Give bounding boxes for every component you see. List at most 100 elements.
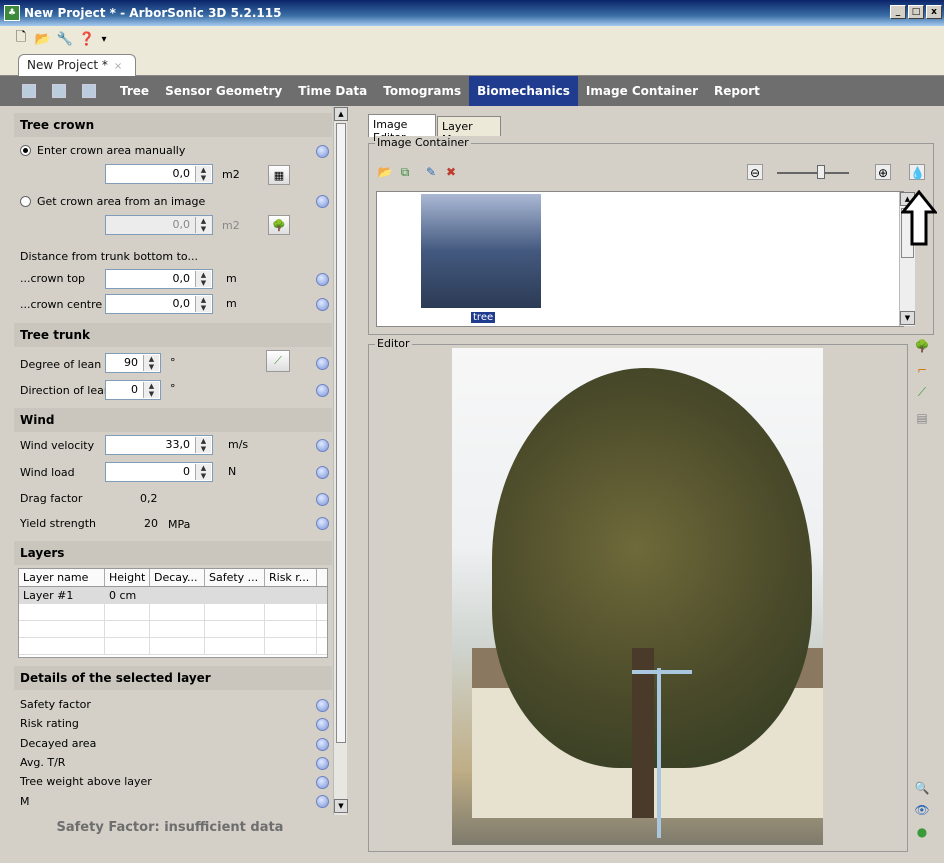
document-icon[interactable] xyxy=(82,84,96,98)
help-icon[interactable] xyxy=(316,517,329,530)
chevron-down-icon[interactable]: ▾ xyxy=(100,30,108,48)
settings-wrench-icon[interactable]: 🔧 xyxy=(56,30,74,48)
radio-unchecked-icon[interactable] xyxy=(20,196,31,207)
minimize-button[interactable]: _ xyxy=(890,5,906,19)
scroll-up-icon[interactable]: ▲ xyxy=(334,107,348,121)
eye-icon[interactable]: 👁 xyxy=(914,802,930,818)
maximize-button[interactable]: □ xyxy=(908,5,924,19)
save-icon[interactable] xyxy=(22,84,36,98)
lean-measure-button[interactable]: ⟋ xyxy=(266,350,290,372)
column-header[interactable]: Layer name xyxy=(19,569,105,586)
help-icon[interactable] xyxy=(316,357,329,370)
calculator-button[interactable]: ▦ xyxy=(268,165,290,185)
tree-icon[interactable]: 🌳 xyxy=(914,338,930,354)
zoom-slider[interactable] xyxy=(777,172,849,174)
crown-area-input[interactable]: 0,0 ▲ ▼ xyxy=(105,164,213,184)
direction-input[interactable]: 0 ▲ ▼ xyxy=(105,380,161,400)
help-icon[interactable] xyxy=(316,699,329,712)
tab-biomechanics[interactable]: Biomechanics xyxy=(469,76,578,106)
help-icon[interactable] xyxy=(316,298,329,311)
tab-image-container[interactable]: Image Container xyxy=(578,76,706,106)
close-button[interactable]: x xyxy=(926,5,942,19)
table-row[interactable]: Layer #1 0 cm xyxy=(19,587,327,604)
spinner-arrows-icon[interactable]: ▲ ▼ xyxy=(195,437,211,453)
help-icon[interactable] xyxy=(316,757,329,770)
wind-velocity-input[interactable]: 33,0 ▲ ▼ xyxy=(105,435,213,455)
tab-time-data[interactable]: Time Data xyxy=(290,76,375,106)
help-icon[interactable] xyxy=(316,738,329,751)
zoom-in-icon[interactable]: ⊕ xyxy=(875,164,891,180)
crown-top-input[interactable]: 0,0 ▲ ▼ xyxy=(105,269,213,289)
help-icon[interactable] xyxy=(316,493,329,506)
scroll-down-icon[interactable]: ▼ xyxy=(900,311,915,325)
leaf-icon[interactable]: ● xyxy=(914,824,930,840)
tab-report[interactable]: Report xyxy=(706,76,768,106)
yield-strength-unit: MPa xyxy=(168,518,191,531)
copy-icon[interactable]: ⧉ xyxy=(397,164,413,180)
image-thumbnail-list[interactable]: tree ▲ ▼ xyxy=(376,191,915,327)
spinner-arrows-icon[interactable]: ▲ ▼ xyxy=(143,382,159,398)
help-icon[interactable] xyxy=(316,718,329,731)
delete-icon[interactable]: ✖ xyxy=(443,164,459,180)
crown-from-image-button[interactable]: 🌳 xyxy=(268,215,290,235)
help-icon[interactable] xyxy=(316,384,329,397)
crown-area-image-unit: m2 xyxy=(222,219,240,232)
help-icon[interactable] xyxy=(316,195,329,208)
tree-thumbnail[interactable] xyxy=(421,194,541,308)
table-row xyxy=(19,604,327,621)
manual-crown-radio[interactable]: Enter crown area manually xyxy=(20,144,185,157)
help-icon[interactable] xyxy=(316,145,329,158)
zoom-slider-handle[interactable] xyxy=(817,165,825,179)
column-header[interactable]: Decay... xyxy=(150,569,205,586)
window-title: New Project * - ArborSonic 3D 5.2.115 xyxy=(24,6,282,20)
image-crown-radio[interactable]: Get crown area from an image xyxy=(20,195,205,208)
wind-load-value: 0 xyxy=(183,465,190,478)
new-file-icon[interactable]: 🗋 xyxy=(12,30,30,48)
crown-centre-label: ...crown centre xyxy=(20,298,103,311)
help-icon[interactable]: ❓ xyxy=(78,30,96,48)
left-panel-scrollbar[interactable]: ▲ ▼ xyxy=(333,107,348,815)
scrollbar-thumb[interactable] xyxy=(336,123,346,743)
help-icon[interactable] xyxy=(316,795,329,808)
tab-image-editor[interactable]: Image Editor xyxy=(368,114,436,144)
direction-value: 0 xyxy=(131,383,138,396)
wind-load-input[interactable]: 0 ▲ ▼ xyxy=(105,462,213,482)
spinner-arrows-icon[interactable]: ▲ ▼ xyxy=(195,464,211,480)
spinner-arrows-icon[interactable]: ▲ ▼ xyxy=(195,166,211,182)
zoom-out-icon[interactable]: ⊖ xyxy=(747,164,763,180)
radio-checked-icon[interactable] xyxy=(20,145,31,156)
help-icon[interactable] xyxy=(316,273,329,286)
table-cell: Layer #1 xyxy=(19,587,105,603)
lean-input[interactable]: 90 ▲ ▼ xyxy=(105,353,161,373)
crop-icon[interactable]: ⌐ xyxy=(914,362,930,378)
tab-sensor-geometry[interactable]: Sensor Geometry xyxy=(157,76,290,106)
tab-tree[interactable]: Tree xyxy=(112,76,157,106)
tree-photo[interactable] xyxy=(452,348,823,845)
scroll-down-icon[interactable]: ▼ xyxy=(334,799,348,813)
help-icon[interactable] xyxy=(316,776,329,789)
search-icon[interactable]: 🔍 xyxy=(914,780,930,796)
copy-icon[interactable] xyxy=(52,84,66,98)
spinner-arrows-icon[interactable]: ▲ ▼ xyxy=(143,355,159,371)
spinner-arrows-icon[interactable]: ▲ ▼ xyxy=(195,271,211,287)
water-drop-icon[interactable]: 💧 xyxy=(909,164,925,180)
close-icon[interactable]: × xyxy=(114,61,122,72)
spinner-arrows-icon[interactable]: ▲ ▼ xyxy=(195,296,211,312)
column-header[interactable]: Safety ... xyxy=(205,569,265,586)
edit-icon[interactable]: ✎ xyxy=(423,164,439,180)
column-header[interactable]: Height xyxy=(105,569,150,586)
crown-centre-input[interactable]: 0,0 ▲ ▼ xyxy=(105,294,213,314)
help-icon[interactable] xyxy=(316,439,329,452)
module-nav: Tree Sensor Geometry Time Data Tomograms… xyxy=(0,76,944,106)
tab-new-project[interactable]: New Project * × xyxy=(18,54,136,76)
tab-layer-map[interactable]: Layer Map xyxy=(437,116,501,146)
layers-table[interactable]: Layer name Height Decay... Safety ... Ri… xyxy=(18,568,328,658)
layers-icon[interactable]: ▤ xyxy=(914,410,930,426)
leaf-icon[interactable]: ⟋ xyxy=(914,384,930,400)
column-header[interactable]: Risk r... xyxy=(265,569,317,586)
open-folder-icon[interactable]: 📂 xyxy=(377,164,393,180)
tab-tomograms[interactable]: Tomograms xyxy=(375,76,469,106)
open-folder-icon[interactable]: 📂 xyxy=(34,30,52,48)
title-bar: ♣ New Project * - ArborSonic 3D 5.2.115 … xyxy=(0,0,944,26)
help-icon[interactable] xyxy=(316,466,329,479)
